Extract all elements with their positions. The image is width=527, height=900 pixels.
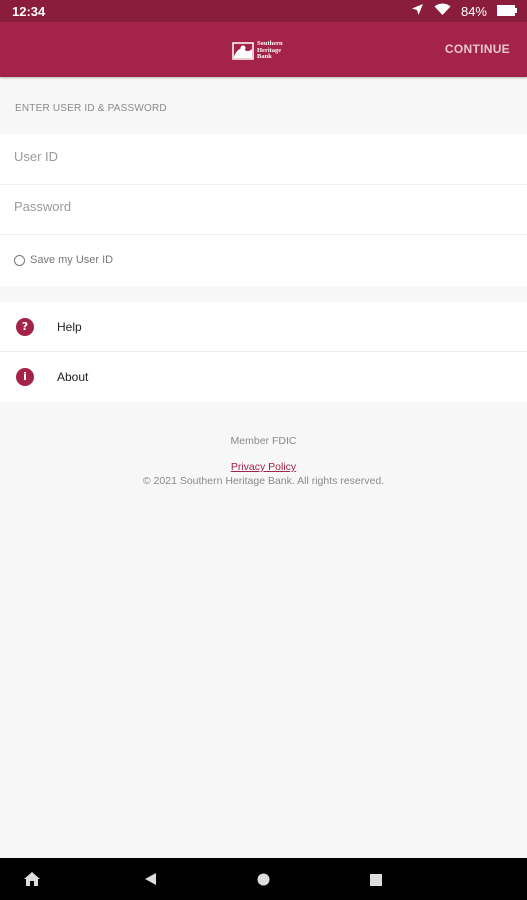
battery-level: 84% xyxy=(460,3,487,19)
bank-logo-icon xyxy=(232,42,254,60)
status-icons: 84% xyxy=(411,3,517,19)
menu-list: ? Help i About xyxy=(0,302,527,402)
user-id-input[interactable] xyxy=(14,149,494,164)
help-icon: ? xyxy=(16,317,34,336)
bank-logo-text: Southern Heritage Bank xyxy=(257,40,283,61)
wifi-icon xyxy=(434,3,451,19)
copyright: © 2021 Southern Heritage Bank. All right… xyxy=(142,475,385,487)
menu-item-about[interactable]: i About xyxy=(0,352,527,401)
info-icon: i xyxy=(16,367,34,386)
privacy-policy-link[interactable]: Privacy Policy xyxy=(0,461,527,473)
home-assistant-icon[interactable] xyxy=(23,871,41,892)
status-time: 12:34 xyxy=(12,4,46,19)
nav-bar xyxy=(0,858,527,900)
location-icon xyxy=(411,3,424,19)
save-user-id-radio[interactable] xyxy=(14,254,25,266)
recents-icon[interactable] xyxy=(370,873,382,891)
menu-item-help[interactable]: ? Help xyxy=(0,302,527,352)
save-user-id-label: Save my User ID xyxy=(30,254,114,266)
save-user-id-toggle[interactable]: Save my User ID xyxy=(14,238,113,282)
login-screen: 12:34 84% Southern Heritage Bank CONTINU… xyxy=(0,0,527,900)
status-bar: 12:34 84% xyxy=(0,0,527,22)
menu-item-label: Help xyxy=(57,319,82,334)
login-form: Save my User ID xyxy=(0,134,527,286)
password-input[interactable] xyxy=(14,199,494,214)
user-id-row xyxy=(0,134,527,185)
back-icon[interactable] xyxy=(144,872,157,891)
menu-item-label: About xyxy=(57,369,89,384)
member-fdic: Member FDIC xyxy=(230,435,297,447)
password-row xyxy=(0,184,527,235)
app-bar: Southern Heritage Bank CONTINUE xyxy=(0,22,527,77)
bank-logo: Southern Heritage Bank xyxy=(232,39,296,63)
home-icon[interactable] xyxy=(257,873,270,891)
continue-button[interactable]: CONTINUE xyxy=(445,42,510,56)
battery-icon xyxy=(497,4,517,19)
login-section-title: ENTER USER ID & PASSWORD xyxy=(15,103,167,114)
